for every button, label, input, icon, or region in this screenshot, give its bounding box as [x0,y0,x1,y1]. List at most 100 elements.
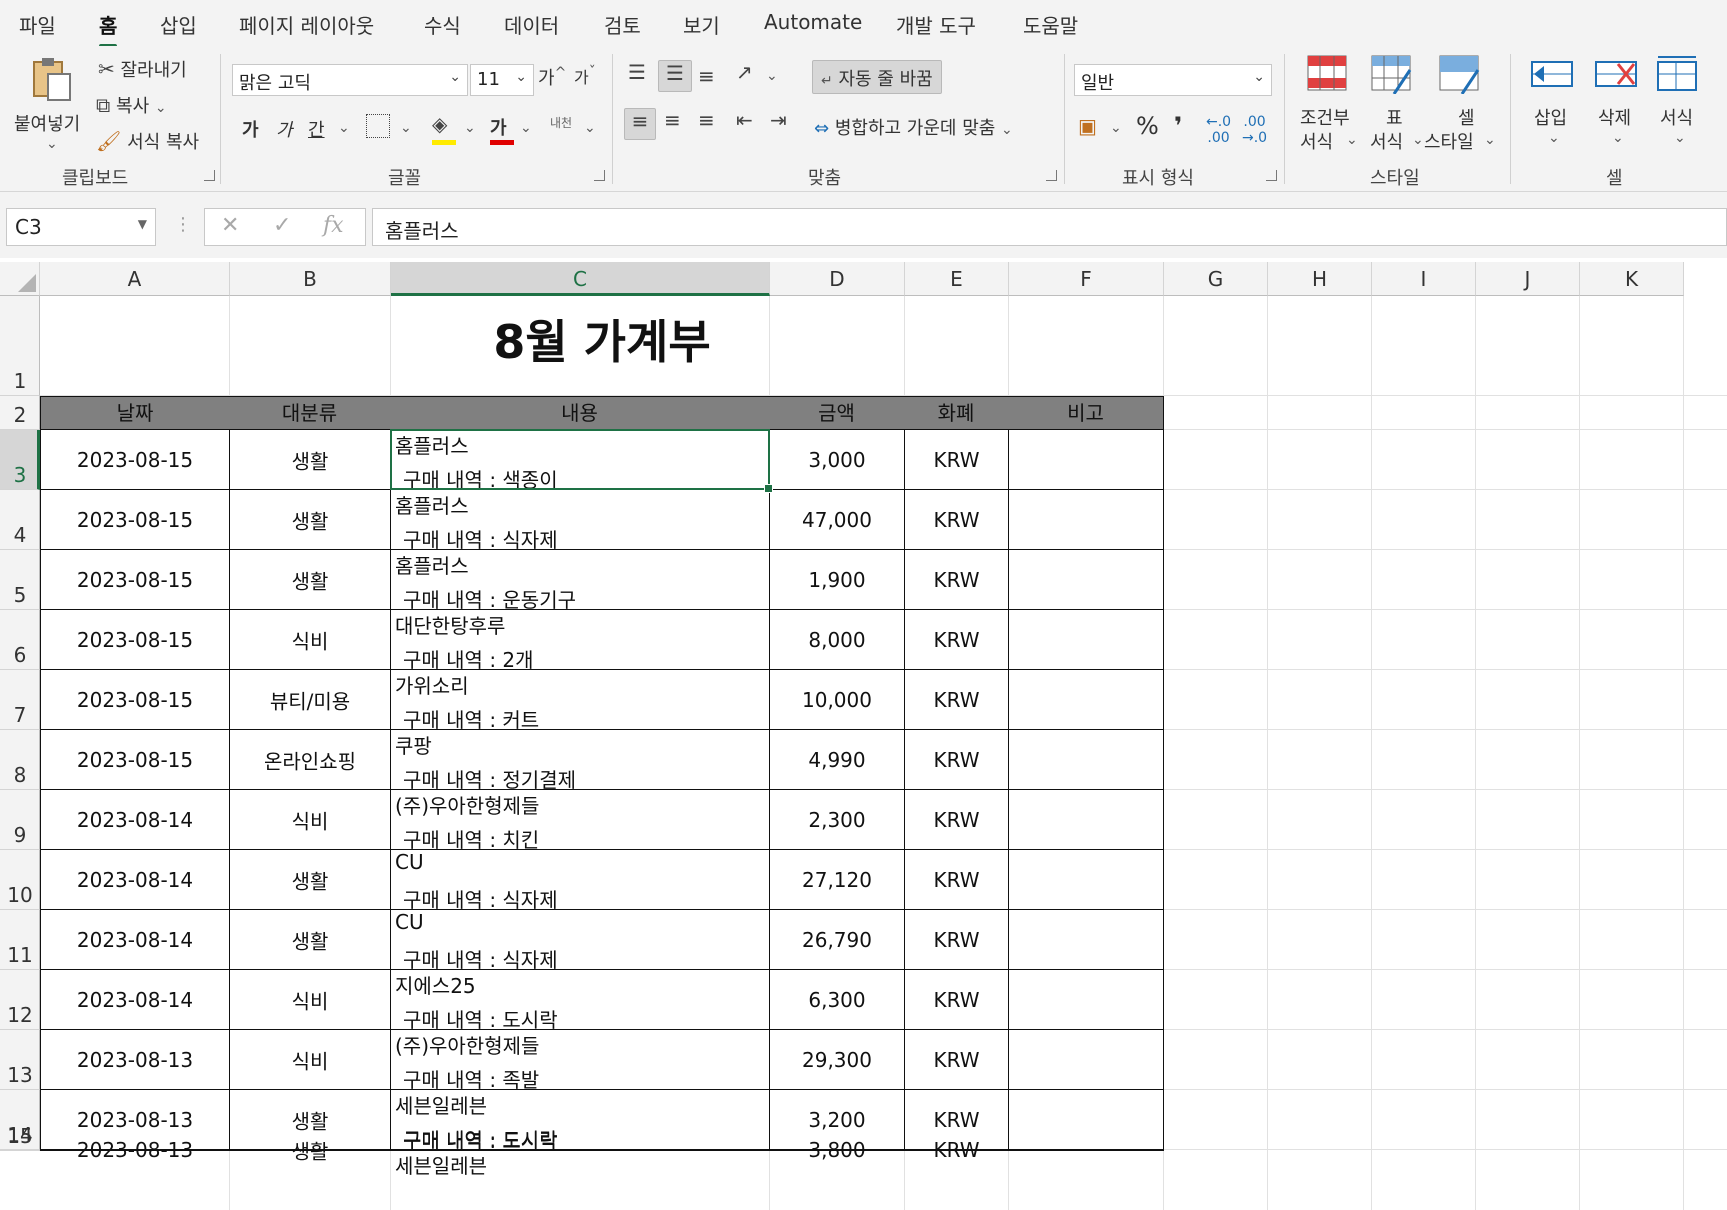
table-header-cell[interactable]: 날짜 [40,396,230,430]
table-cell-amount[interactable]: 26,790 [770,910,905,970]
fill-color-icon[interactable]: ◈ [432,112,456,145]
column-header-e[interactable]: E [905,262,1009,296]
table-cell-note[interactable] [1009,670,1164,730]
table-cell-content[interactable]: (주)우아한형제들 구매 내역 : 치킨 [391,790,770,852]
table-cell-date[interactable]: 2023-08-15 [40,430,230,490]
table-cell-date[interactable]: 2023-08-13 [40,1030,230,1090]
tab-view[interactable]: 보기 [683,10,720,39]
table-cell-category[interactable]: 뷰티/미용 [230,670,391,730]
table-cell-amount[interactable]: 10,000 [770,670,905,730]
table-cell-content[interactable]: (주)우아한형제들 구매 내역 : 족발 [391,1030,770,1092]
chevron-down-icon[interactable]: ⌄ [338,120,350,136]
table-cell-category[interactable]: 생활 [230,850,391,910]
tab-page-layout[interactable]: 페이지 레이아웃 [239,10,374,39]
bold-button[interactable]: 가 [242,116,259,142]
table-header-cell[interactable]: 내용 [390,396,770,430]
column-header-d[interactable]: D [770,262,905,296]
cell-styles-button[interactable]: 셀 스타일 ⌄ [1424,54,1500,154]
table-header-cell[interactable]: 대분류 [229,396,391,430]
underline-button[interactable]: 간 [308,116,325,142]
table-cell-category[interactable]: 생활 [230,550,391,610]
dialog-launcher-icon[interactable] [204,170,215,181]
table-cell-category[interactable]: 생활 [230,490,391,550]
table-cell-category[interactable]: 식비 [230,970,391,1030]
table-cell-currency[interactable]: KRW [905,610,1009,670]
cut-button[interactable]: ✂ 잘라내기 [98,56,187,82]
increase-indent-icon[interactable]: ⇥ [770,108,787,132]
decrease-font-button[interactable]: 가ˇ [574,64,596,88]
table-cell-date[interactable]: 2023-08-14 [40,910,230,970]
table-cell-note[interactable] [1009,1150,1164,1151]
table-cell-date[interactable]: 2023-08-15 [40,730,230,790]
name-box[interactable]: C3 ▼ [6,208,156,246]
table-cell-amount[interactable]: 27,120 [770,850,905,910]
table-cell-date[interactable]: 2023-08-15 [40,610,230,670]
merge-center-button[interactable]: ⇔ 병합하고 가운데 맞춤 ⌄ [814,114,1013,140]
table-cell-note[interactable] [1009,850,1164,910]
row-header-9[interactable]: 9 [0,790,40,850]
decrease-decimal-icon[interactable]: .00 →.0 [1242,114,1267,146]
table-cell-date[interactable]: 2023-08-15 [40,490,230,550]
table-cell-currency[interactable]: KRW [905,1030,1009,1090]
border-icon[interactable] [366,114,390,138]
table-cell-currency[interactable]: KRW [905,730,1009,790]
row-header-4[interactable]: 4 [0,490,40,550]
chevron-down-icon[interactable]: ⌄ [520,120,532,136]
font-color-button[interactable]: 가 [490,114,514,145]
table-cell-content[interactable]: 가위소리 구매 내역 : 커트 [391,670,770,732]
column-header-f[interactable]: F [1009,262,1164,296]
align-middle-icon[interactable]: ☰ [658,60,692,92]
table-cell-note[interactable] [1009,430,1164,490]
row-header-5[interactable]: 5 [0,550,40,610]
row-header-15[interactable]: 15 [0,1124,40,1151]
table-cell-content[interactable]: CU 구매 내역 : 식자제 [391,910,770,972]
number-format-dropdown[interactable]: 일반 ⌄ [1074,64,1272,96]
conditional-format-button[interactable]: 조건부 서식 ⌄ [1296,54,1360,154]
table-cell-note[interactable] [1009,970,1164,1030]
font-name-dropdown[interactable]: 맑은 고딕 ⌄ [232,64,468,96]
wrap-text-button[interactable]: ↵ 자동 줄 바꿈 [812,60,942,94]
table-cell-category[interactable]: 식비 [230,1030,391,1090]
column-header-g[interactable]: G [1164,262,1268,296]
table-cell-content[interactable]: CU 구매 내역 : 식자제 [391,850,770,912]
chevron-down-icon[interactable]: ⌄ [400,120,412,136]
table-cell-amount[interactable]: 8,000 [770,610,905,670]
orientation-icon[interactable]: ↗ [736,60,753,84]
table-cell-category[interactable]: 생활 [230,910,391,970]
tab-developer[interactable]: 개발 도구 [896,10,976,39]
align-top-icon[interactable]: ☰ [628,60,646,84]
table-cell-currency[interactable]: KRW [905,490,1009,550]
table-cell-note[interactable] [1009,550,1164,610]
table-cell-amount[interactable]: 3,800 [770,1138,905,1162]
column-header-k[interactable]: K [1580,262,1684,296]
tab-home[interactable]: 홈 [99,10,118,48]
select-all-button[interactable] [0,262,40,296]
row-header-13[interactable]: 13 [0,1030,40,1090]
column-header-h[interactable]: H [1268,262,1372,296]
table-cell-date[interactable]: 2023-08-15 [40,670,230,730]
sheet-title[interactable]: 8월 가계부 [40,296,1164,388]
tab-automate[interactable]: Automate [764,10,862,34]
table-cell-currency[interactable]: KRW [905,970,1009,1030]
table-cell-date[interactable]: 2023-08-15 [40,550,230,610]
dialog-launcher-icon[interactable] [1046,170,1057,181]
column-header-a[interactable]: A [40,262,230,296]
table-cell-amount[interactable]: 1,900 [770,550,905,610]
percent-button[interactable]: % [1136,112,1159,140]
tab-data[interactable]: 데이터 [504,10,559,39]
table-cell-note[interactable] [1009,1090,1164,1150]
table-header-cell[interactable]: 화폐 [904,396,1009,430]
increase-font-button[interactable]: 가^ [538,64,566,90]
table-cell-amount[interactable]: 2,300 [770,790,905,850]
table-cell-note[interactable] [1009,790,1164,850]
row-header-2[interactable]: 2 [0,396,40,430]
table-cell-content[interactable]: 세븐일레븐 구매 내역 : 도시락 [391,1129,770,1178]
tab-formulas[interactable]: 수식 [424,10,461,39]
table-cell-note[interactable] [1009,910,1164,970]
table-cell-content[interactable]: 홈플러스 구매 내역 : 식자제 [391,490,770,552]
table-cell-category[interactable]: 식비 [230,610,391,670]
italic-button[interactable]: 가 [276,116,293,142]
align-center-icon[interactable]: ≡ [664,108,681,132]
chevron-down-icon[interactable]: ⌄ [464,120,476,136]
align-left-icon[interactable]: ≡ [624,108,656,140]
